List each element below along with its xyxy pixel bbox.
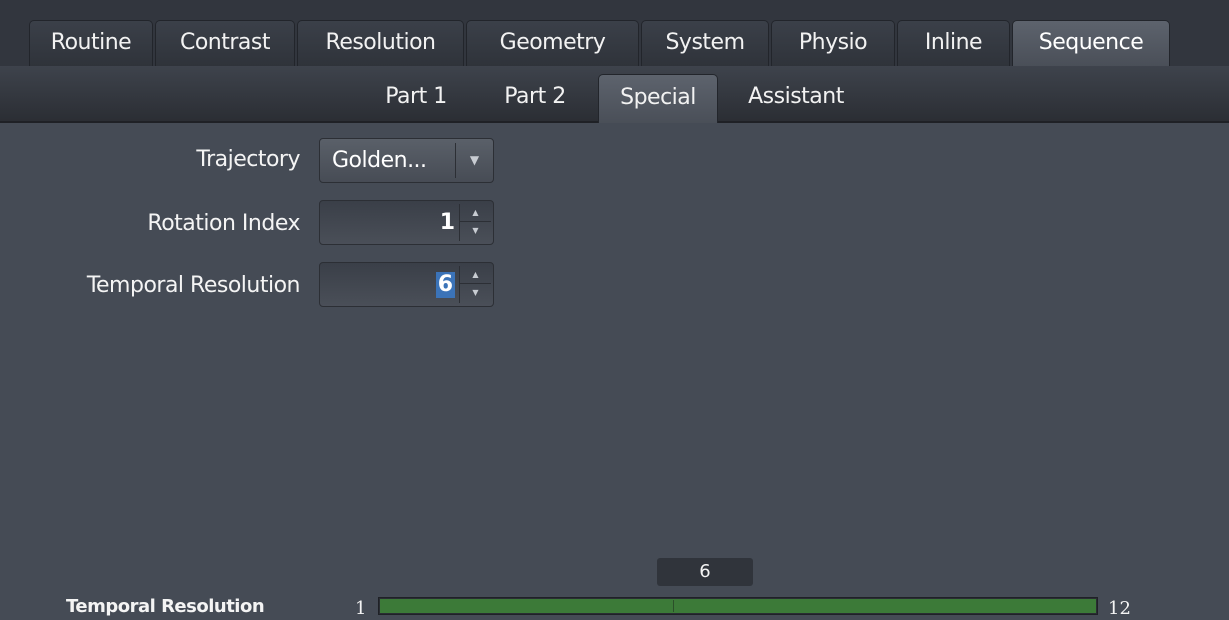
spin-buttons: ▲ ▼: [459, 266, 491, 303]
range-current-value: 6: [657, 558, 753, 586]
tab-contrast[interactable]: Contrast: [155, 20, 295, 66]
range-min: 1: [355, 598, 367, 619]
tab-geometry[interactable]: Geometry: [466, 20, 639, 66]
rotation-index-label: Rotation Index: [147, 211, 300, 236]
top-tab-bar: Routine Contrast Resolution Geometry Sys…: [0, 0, 1229, 66]
increment-arrow-icon[interactable]: ▲: [460, 204, 491, 222]
subtab-part-1[interactable]: Part 1: [366, 74, 466, 123]
trajectory-select[interactable]: Golden... ▼: [319, 138, 494, 183]
tab-resolution[interactable]: Resolution: [297, 20, 464, 66]
trajectory-value: Golden...: [332, 148, 427, 173]
temporal-resolution-spinbox[interactable]: 6 ▲ ▼: [319, 262, 494, 307]
trajectory-label: Trajectory: [196, 147, 300, 172]
temporal-resolution-value[interactable]: 6: [435, 272, 455, 298]
tab-routine[interactable]: Routine: [29, 20, 153, 66]
chevron-down-icon[interactable]: ▼: [455, 139, 494, 182]
range-track[interactable]: [378, 597, 1098, 615]
subtab-special[interactable]: Special: [598, 74, 718, 123]
tab-sequence[interactable]: Sequence: [1012, 20, 1170, 66]
increment-arrow-icon[interactable]: ▲: [460, 266, 491, 284]
rotation-index-spinbox[interactable]: 1 ▲ ▼: [319, 200, 494, 245]
subtab-assistant[interactable]: Assistant: [726, 74, 866, 123]
sub-tab-bar: Part 1 Part 2 Special Assistant: [0, 66, 1229, 123]
subtab-part-2[interactable]: Part 2: [482, 74, 588, 123]
range-max: 12: [1108, 598, 1131, 619]
rotation-index-value[interactable]: 1: [440, 201, 455, 244]
decrement-arrow-icon[interactable]: ▼: [460, 222, 491, 240]
range-fill: [380, 599, 1096, 613]
tab-inline[interactable]: Inline: [897, 20, 1010, 66]
range-label: Temporal Resolution: [66, 596, 265, 617]
tab-system[interactable]: System: [641, 20, 769, 66]
spin-buttons: ▲ ▼: [459, 204, 491, 241]
temporal-resolution-label: Temporal Resolution: [86, 273, 301, 298]
tab-physio[interactable]: Physio: [771, 20, 895, 66]
decrement-arrow-icon[interactable]: ▼: [460, 284, 491, 302]
range-marker: [673, 600, 674, 612]
